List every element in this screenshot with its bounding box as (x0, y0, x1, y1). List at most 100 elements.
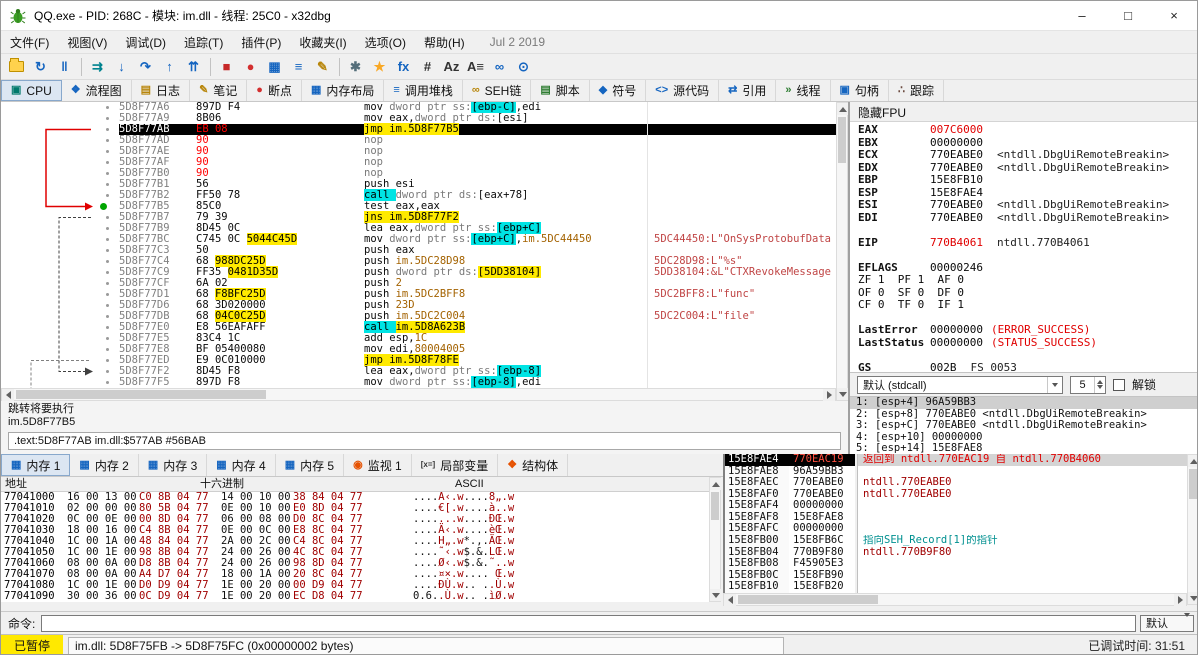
menu-item[interactable]: 视图(V) (58, 31, 116, 54)
register-row[interactable]: EDI 770EABE0 <ntdll.DbgUiRemoteBreakin> (850, 211, 1197, 225)
argument-count-stepper[interactable]: 5 (1070, 375, 1106, 394)
jump-target-dot-icon[interactable] (100, 203, 107, 210)
scroll-right-button[interactable] (823, 389, 835, 401)
register-value[interactable]: 002B (930, 361, 957, 372)
menu-item[interactable]: 插件(P) (232, 31, 290, 54)
tab-dump-5[interactable]: ▦ 内存 5 (276, 454, 345, 476)
unlock-checkbox[interactable] (1113, 378, 1125, 391)
command-input[interactable] (41, 614, 1136, 632)
breakpoint-dot-icon[interactable] (106, 194, 109, 197)
run-to-user-code-icon[interactable]: ⇈ (182, 56, 205, 78)
breakpoint-gutter[interactable] (1, 179, 119, 190)
register-row[interactable]: EDX 770EABE0 <ntdll.DbgUiRemoteBreakin> (850, 161, 1197, 175)
breakpoint-gutter[interactable] (1, 168, 119, 179)
run-icon[interactable]: ⇉ (86, 56, 109, 78)
stop-icon[interactable]: ■ (215, 56, 238, 78)
patches-hash-icon[interactable]: # (416, 56, 439, 78)
notes-icon[interactable]: ✎ (311, 56, 334, 78)
tab-trace[interactable]: ∴ 跟踪 (889, 80, 944, 101)
menu-item[interactable]: 文件(F) (1, 31, 58, 54)
breakpoint-dot-icon[interactable] (106, 128, 109, 131)
register-row[interactable]: EIP 770B4061 ntdll.770B4061 (850, 236, 1197, 250)
tab-handles[interactable]: ▣ 句柄 (831, 80, 889, 101)
breakpoint-gutter[interactable] (1, 201, 119, 212)
scroll-up-button[interactable] (710, 478, 722, 490)
stack-comment[interactable]: 指向SEH_Record[1]的指针 (858, 535, 1187, 547)
breakpoint-dot-icon[interactable] (106, 106, 109, 109)
pause-icon[interactable]: ‖ (53, 56, 76, 78)
tab-breakpoints[interactable]: ● 断点 (247, 80, 302, 101)
breakpoint-gutter[interactable] (1, 289, 119, 300)
tab-dump-3[interactable]: ▦ 内存 3 (139, 454, 208, 476)
tab-cpu[interactable]: ▣ CPU (1, 80, 62, 101)
breakpoint-dot-icon[interactable] (106, 150, 109, 153)
disasm-row[interactable]: 5D8F77F5 897D F8 mov dword ptr ss:[ebp-8],… (1, 376, 836, 388)
breakpoint-dot-icon[interactable] (106, 227, 109, 230)
scroll-thumb[interactable] (16, 390, 266, 399)
close-button[interactable]: × (1151, 1, 1197, 30)
register-row[interactable]: GS 002B FS 0053 (850, 361, 1197, 372)
stack-comment[interactable]: ntdll.770EABE0 (858, 477, 1187, 489)
register-value[interactable]: 770EABE0 (930, 211, 983, 225)
open-file-icon[interactable] (5, 56, 28, 78)
breakpoint-gutter[interactable] (1, 212, 119, 223)
disassembly-view[interactable]: 5D8F77A6 897D F4 mov dword ptr ss:[ebp-C],… (1, 102, 836, 388)
tab-watch-1[interactable]: ◉ 监视 1 (344, 454, 412, 476)
register-row[interactable]: LastStatus 00000000 (STATUS_SUCCESS) (850, 336, 1197, 350)
calculator-fx-icon[interactable]: fx (392, 56, 415, 78)
tab-source[interactable]: <> 源代码 (646, 80, 720, 101)
register-value[interactable]: 770EABE0 (930, 148, 983, 162)
tab-seh[interactable]: ∞ SEH链 (463, 80, 532, 101)
breakpoint-gutter[interactable] (1, 124, 119, 135)
breakpoint-dot-icon[interactable] (106, 238, 109, 241)
register-row[interactable]: ECX 770EABE0 <ntdll.DbgUiRemoteBreakin> (850, 148, 1197, 162)
settings-gear-icon[interactable]: ✱ (344, 56, 367, 78)
tab-log[interactable]: ▤ 日志 (132, 80, 191, 101)
stack-comment[interactable] (858, 466, 1187, 478)
breakpoint-gutter[interactable] (1, 300, 119, 311)
menu-item[interactable]: 选项(O) (356, 31, 415, 54)
stack-row[interactable]: 15E8FB00 15E8FB6C (725, 534, 855, 547)
stack-comment[interactable] (858, 558, 1187, 570)
stack-comment[interactable]: ntdll.770B9F80 (858, 547, 1187, 559)
breakpoint-dot-icon[interactable] (106, 216, 109, 219)
hide-fpu-button[interactable]: 隐藏FPU (850, 102, 1197, 122)
register-row[interactable]: ZF 1 PF 1 AF 0 (850, 273, 1197, 287)
breakpoint-dot-icon[interactable] (106, 260, 109, 263)
command-syntax-dropdown[interactable]: 默认 (1140, 613, 1194, 632)
register-row[interactable] (850, 349, 1197, 362)
tab-symbols[interactable]: ◆ 符号 (590, 80, 647, 101)
scroll-thumb[interactable] (1189, 469, 1197, 499)
stack-view[interactable]: 15E8FAE4 770EAC19 15E8FAE8 96A59BB3 15E8FAEC… (723, 454, 855, 593)
breakpoint-gutter[interactable] (1, 366, 119, 377)
breakpoint-dot-icon[interactable] (106, 139, 109, 142)
tab-dump-2[interactable]: ▦ 内存 2 (70, 454, 139, 476)
text-references-icon[interactable]: A≡ (464, 56, 487, 78)
breakpoint-dot-icon[interactable] (106, 172, 109, 175)
breakpoint-dot-icon[interactable] (106, 370, 109, 373)
register-value[interactable]: 15E8FB10 (930, 173, 983, 187)
tab-notes[interactable]: ✎ 笔记 (190, 80, 248, 101)
dump-row[interactable]: 77041090 30 00 36 00 0C D9 04 77 1E 00 20 0… (1, 591, 709, 602)
breakpoint-gutter[interactable] (1, 322, 119, 333)
breakpoint-dot-icon[interactable] (106, 304, 109, 307)
tab-script[interactable]: ▤ 脚本 (531, 80, 590, 101)
breakpoint-gutter[interactable] (1, 102, 119, 113)
breakpoint-gutter[interactable] (1, 377, 119, 388)
breakpoint-dot-icon[interactable] (106, 183, 109, 186)
breakpoint-dot-icon[interactable] (106, 282, 109, 285)
register-row[interactable]: EBP 15E8FB10 (850, 173, 1197, 187)
breakpoint-dot-icon[interactable] (106, 337, 109, 340)
scroll-up-button[interactable] (1188, 455, 1197, 467)
register-value[interactable]: 007C6000 (930, 123, 983, 137)
stack-comments-view[interactable]: 返回到 ntdll.770EAC19 自 ntdll.770B4060 ntdll… (857, 454, 1187, 593)
breakpoint-gutter[interactable] (1, 311, 119, 322)
argument-row[interactable]: 5: [esp+14] 15E8FAE8 (850, 443, 1197, 454)
breakpoint-gutter[interactable] (1, 355, 119, 366)
breakpoint-gutter[interactable] (1, 113, 119, 124)
stack-comment[interactable] (858, 512, 1187, 524)
step-over-icon[interactable]: ↷ (134, 56, 157, 78)
register-value[interactable]: 00000000 (930, 323, 983, 337)
argument-row[interactable]: 1: [esp+4] 96A59BB3 (850, 397, 1197, 409)
scroll-thumb[interactable] (711, 492, 719, 520)
